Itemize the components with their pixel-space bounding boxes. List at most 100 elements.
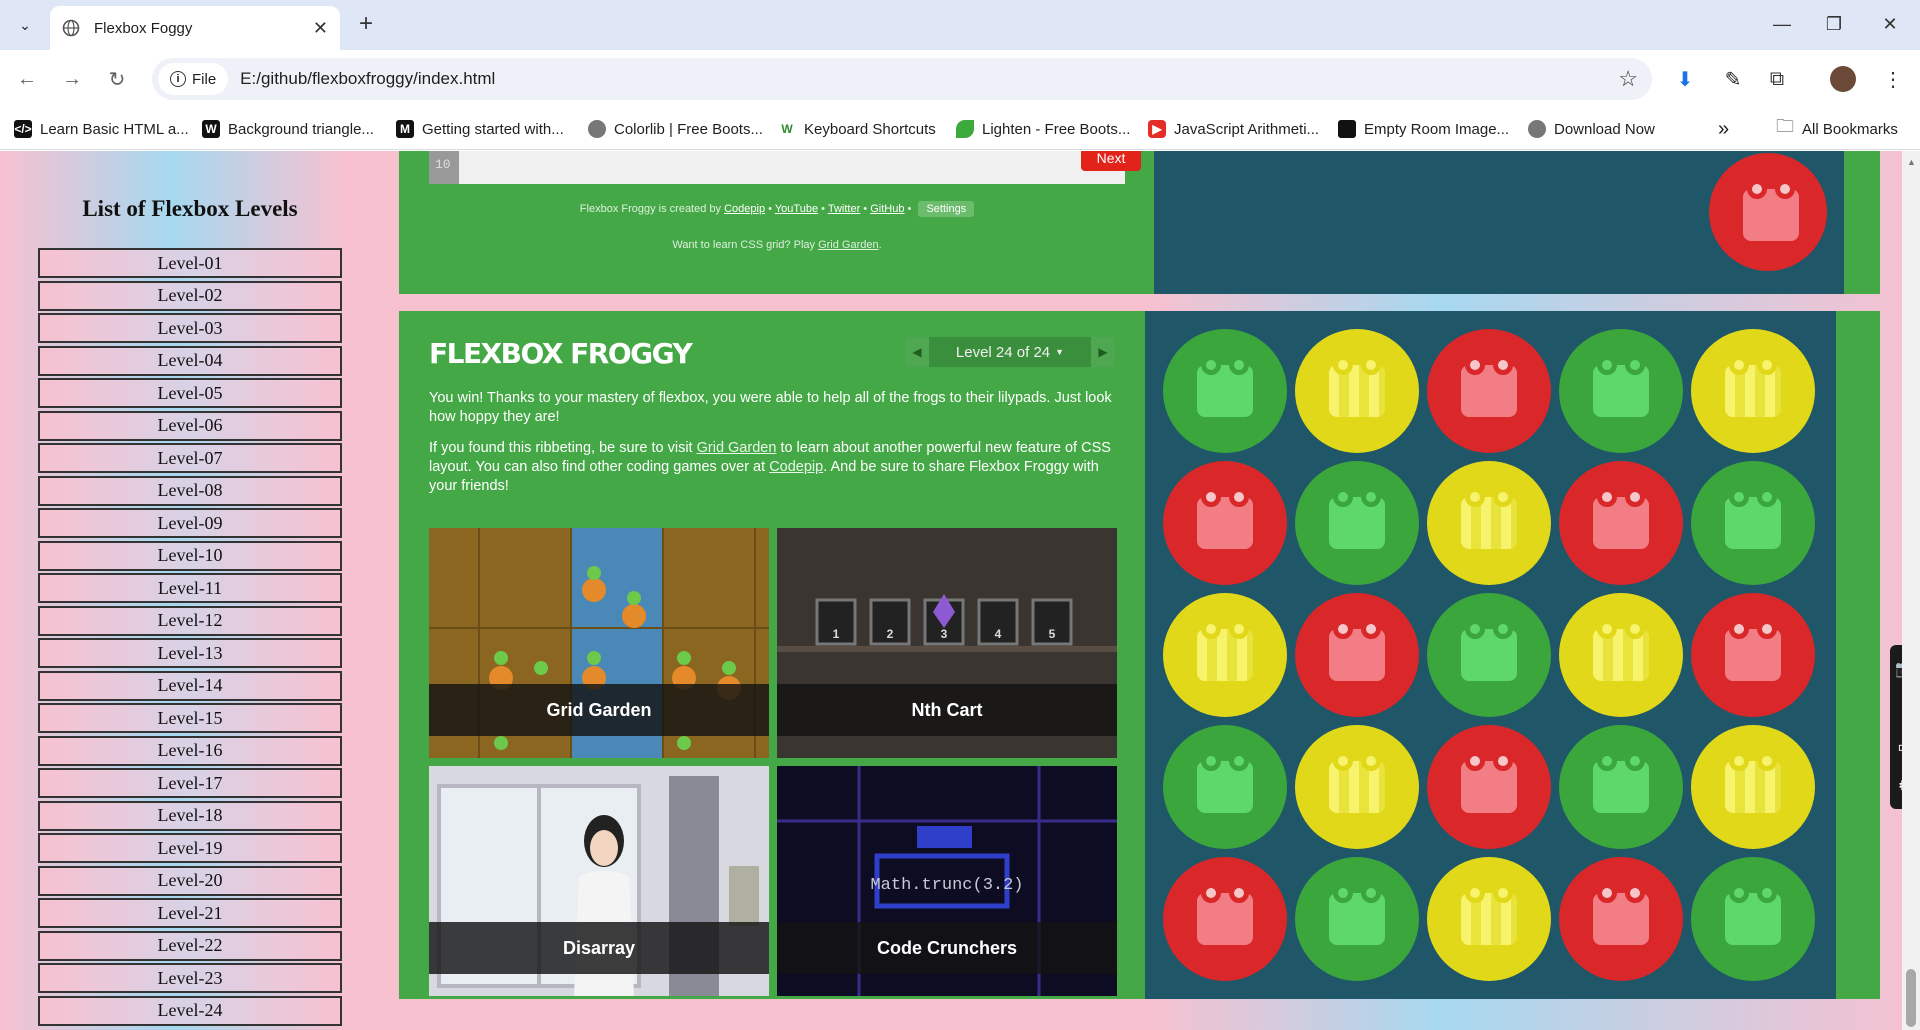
level-button[interactable]: Level-01 [38, 248, 342, 278]
url-text[interactable]: E:/github/flexboxfroggy/index.html [240, 69, 495, 89]
level-button[interactable]: Level-05 [38, 378, 342, 408]
lilypad-red [1295, 593, 1419, 717]
bookmark-item[interactable]: Colorlib | Free Boots... [588, 116, 763, 142]
close-tab-icon[interactable]: ✕ [313, 18, 328, 39]
more-bookmarks-button[interactable]: » [1718, 116, 1729, 142]
youtube-link[interactable]: YouTube [775, 203, 818, 215]
scroll-up-icon[interactable]: ▲ [1907, 157, 1916, 167]
avatar[interactable] [1830, 66, 1856, 92]
level-button[interactable]: Level-14 [38, 670, 342, 701]
level-button[interactable]: Level-04 [38, 345, 342, 376]
level-button[interactable]: Level-23 [38, 963, 342, 993]
twitter-link[interactable]: Twitter [828, 203, 860, 215]
level-button[interactable]: Level-13 [38, 638, 342, 668]
level-button[interactable]: Level-21 [38, 898, 342, 928]
frog-eye [1229, 619, 1249, 639]
grid-garden-link[interactable]: Grid Garden [697, 440, 777, 456]
bookmark-label: Keyboard Shortcuts [804, 120, 936, 138]
level-button[interactable]: Level-20 [38, 865, 342, 896]
back-button[interactable]: ← [10, 62, 44, 96]
level-button[interactable]: Level-24 [38, 995, 342, 1026]
level-button[interactable]: Level-16 [38, 735, 342, 766]
codepip-link[interactable]: Codepip [769, 459, 823, 475]
level-button[interactable]: Level-19 [38, 833, 342, 863]
bookmark-item[interactable]: </> Learn Basic HTML a... [14, 116, 189, 142]
level-button[interactable]: Level-08 [38, 475, 342, 506]
level-button[interactable]: Level-12 [38, 605, 342, 636]
level-navigator: ◀ Level 24 of 24 ▼ ▶ [905, 337, 1115, 367]
level-button[interactable]: Level-17 [38, 768, 342, 798]
tab-flexbox-froggy[interactable]: Flexbox Foggy ✕ [50, 6, 340, 50]
frog-green [1197, 751, 1253, 813]
css-editor[interactable]: 10 Next [429, 151, 1141, 184]
cart-number: 2 [887, 627, 894, 641]
w3-green-icon: W [778, 120, 796, 138]
bookmark-item[interactable]: Download Now [1528, 116, 1655, 142]
level-button[interactable]: Level-02 [38, 280, 342, 311]
reload-button[interactable]: ↻ [100, 62, 134, 96]
chevron-down-icon: ⌄ [19, 16, 31, 33]
frog-eye [1493, 355, 1513, 375]
frog-eye [1493, 751, 1513, 771]
download-icon[interactable]: ⬇ [1672, 66, 1698, 92]
folder-icon: 🗀 [1776, 116, 1794, 136]
frog-eye [1597, 355, 1617, 375]
disarray-card[interactable]: Disarray [429, 766, 769, 996]
level-dropdown[interactable]: Level 24 of 24 ▼ [929, 337, 1091, 367]
site-info-button[interactable]: i File [158, 63, 229, 95]
prev-level-button[interactable]: ◀ [905, 337, 929, 367]
minimize-button[interactable]: — [1760, 8, 1804, 40]
level-button[interactable]: Level-06 [38, 410, 342, 441]
bookmark-item[interactable]: Lighten - Free Boots... [956, 116, 1130, 142]
next-button[interactable]: Next [1081, 151, 1141, 171]
frog-eye [1625, 355, 1645, 375]
frog-green [1329, 883, 1385, 945]
code-crunchers-card[interactable]: Math.trunc(3.2) Code Crunchers [777, 766, 1117, 996]
frog-green [1593, 355, 1649, 417]
bookmark-item[interactable]: W Keyboard Shortcuts [778, 116, 936, 142]
address-bar[interactable]: i File E:/github/flexboxfroggy/index.htm… [152, 58, 1652, 100]
next-level-button[interactable]: ▶ [1091, 337, 1115, 367]
frog-green [1593, 751, 1649, 813]
eyedropper-icon[interactable]: ✎ [1720, 66, 1746, 92]
bookmark-item[interactable]: Empty Room Image... [1338, 116, 1509, 142]
level-button[interactable]: Level-11 [38, 573, 342, 603]
github-link[interactable]: GitHub [870, 203, 904, 215]
scrollbar-thumb[interactable] [1906, 969, 1916, 1027]
cart: 4 [977, 598, 1019, 646]
level-button[interactable]: Level-09 [38, 508, 342, 538]
card-label: Grid Garden [429, 684, 769, 736]
page-scrollbar[interactable]: ▲ [1902, 151, 1920, 1030]
all-bookmarks-button[interactable]: 🗀 All Bookmarks [1776, 116, 1898, 142]
level-button[interactable]: Level-03 [38, 313, 342, 343]
menu-icon[interactable]: ⋮ [1880, 66, 1906, 92]
frog-eye [1625, 883, 1645, 903]
frog-eye [1757, 751, 1777, 771]
forward-button[interactable]: → [55, 62, 89, 96]
extensions-icon[interactable]: ⧉ [1764, 66, 1790, 92]
new-tab-button[interactable]: + [350, 8, 382, 40]
level-button[interactable]: Level-10 [38, 540, 342, 571]
bookmark-star-icon[interactable]: ☆ [1618, 66, 1638, 92]
bookmark-item[interactable]: ▶ JavaScript Arithmeti... [1148, 116, 1319, 142]
grid-garden-link[interactable]: Grid Garden [818, 239, 879, 251]
level-button[interactable]: Level-07 [38, 443, 342, 473]
settings-button[interactable]: Settings [918, 201, 975, 217]
frog-eye [1201, 619, 1221, 639]
bookmark-item[interactable]: M Getting started with... [396, 116, 564, 142]
level-button[interactable]: Level-22 [38, 930, 342, 961]
frog-yellow [1593, 619, 1649, 681]
maximize-button[interactable]: ❐ [1812, 8, 1856, 40]
nth-cart-card[interactable]: 1 2 3 4 5 Nth Cart [777, 528, 1117, 758]
codepip-link[interactable]: Codepip [724, 203, 765, 215]
level-button[interactable]: Level-15 [38, 703, 342, 733]
frog-red [1743, 179, 1799, 241]
triangle-right-icon: ▶ [1098, 345, 1108, 359]
card-label: Code Crunchers [777, 922, 1117, 974]
grid-garden-card[interactable]: Grid Garden [429, 528, 769, 758]
close-window-button[interactable]: ✕ [1868, 8, 1912, 40]
tab-search-button[interactable]: ⌄ [10, 10, 40, 40]
frog-eye [1333, 487, 1353, 507]
level-button[interactable]: Level-18 [38, 800, 342, 831]
bookmark-item[interactable]: W Background triangle... [202, 116, 374, 142]
